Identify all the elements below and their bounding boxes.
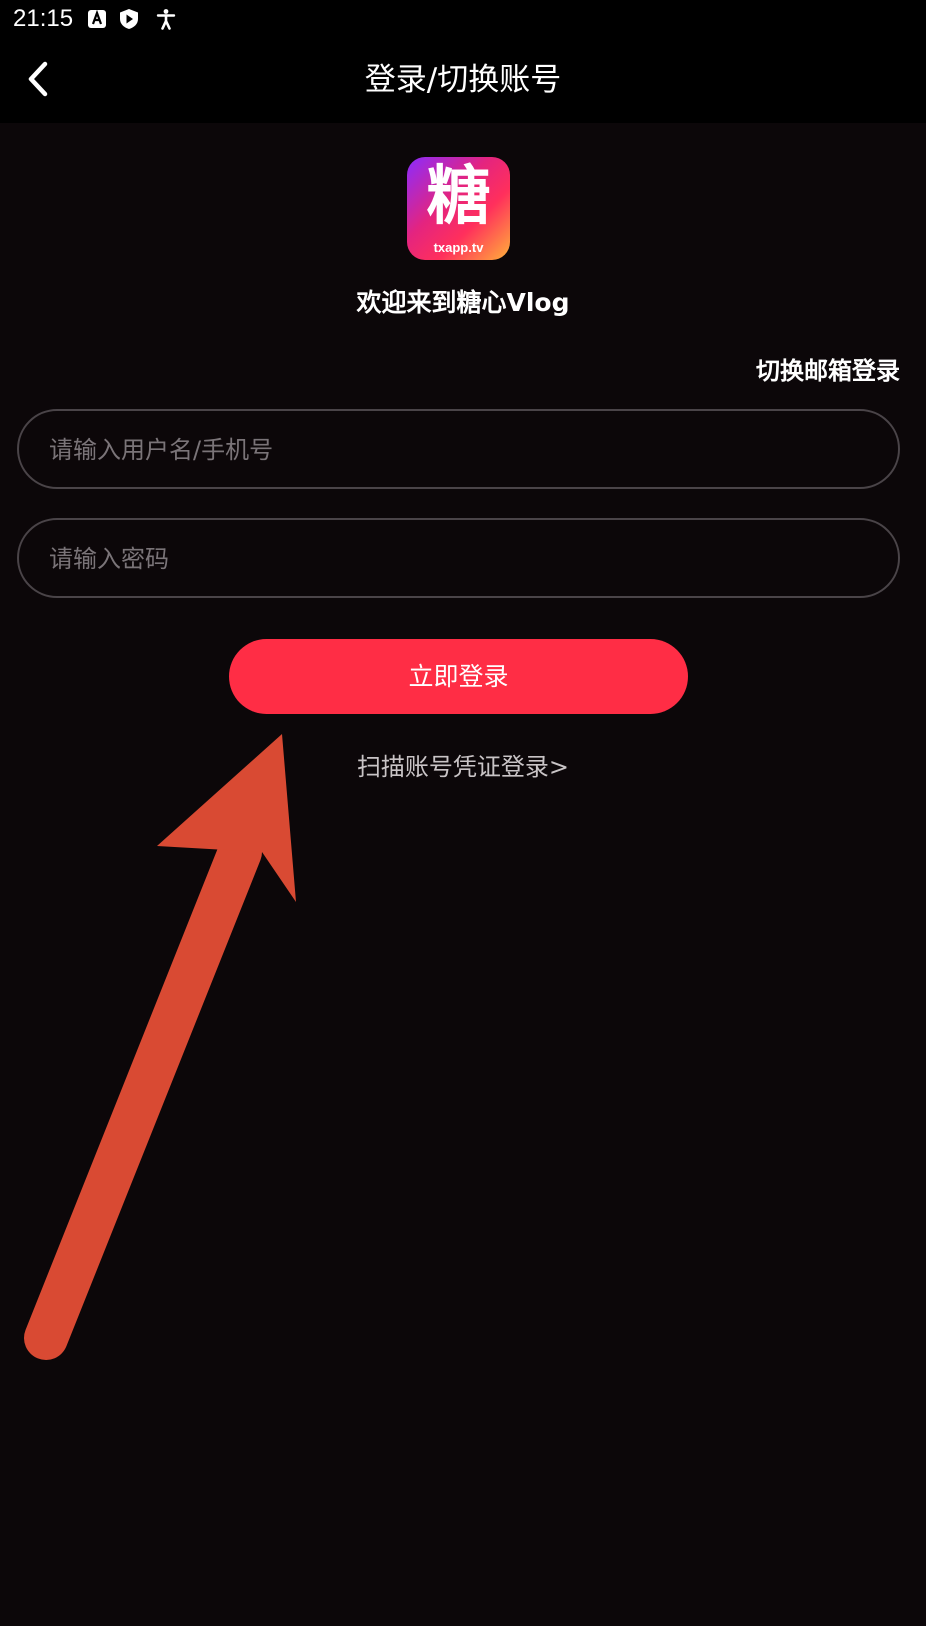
login-button[interactable]: 立即登录: [229, 639, 688, 714]
chevron-left-icon: [28, 61, 48, 97]
status-bar: 21:15: [0, 0, 926, 38]
switch-email-login-link[interactable]: 切换邮箱登录: [756, 352, 900, 390]
back-button[interactable]: [18, 54, 62, 104]
scan-credential-login-link[interactable]: 扫描账号凭证登录>: [0, 748, 926, 786]
status-time: 21:15: [13, 5, 74, 32]
logo-char: 糖: [426, 160, 491, 234]
password-field: [17, 518, 900, 598]
page-title: 登录/切换账号: [364, 62, 562, 98]
password-input[interactable]: [47, 520, 871, 598]
login-screen: 21:15 登录/切换账号 糖 txapp.tv 欢迎来到糖心Vlog 切换邮箱…: [0, 0, 926, 1626]
username-field: [17, 409, 900, 489]
accessibility-person-icon: [155, 8, 177, 30]
app-logo: 糖 txapp.tv: [407, 157, 510, 260]
accessibility-a-icon: [86, 8, 108, 30]
username-input[interactable]: [47, 411, 871, 489]
title-bar: 登录/切换账号: [0, 38, 926, 123]
play-shield-icon: [118, 8, 140, 30]
welcome-text: 欢迎来到糖心Vlog: [356, 288, 570, 317]
logo-domain: txapp.tv: [433, 240, 484, 255]
